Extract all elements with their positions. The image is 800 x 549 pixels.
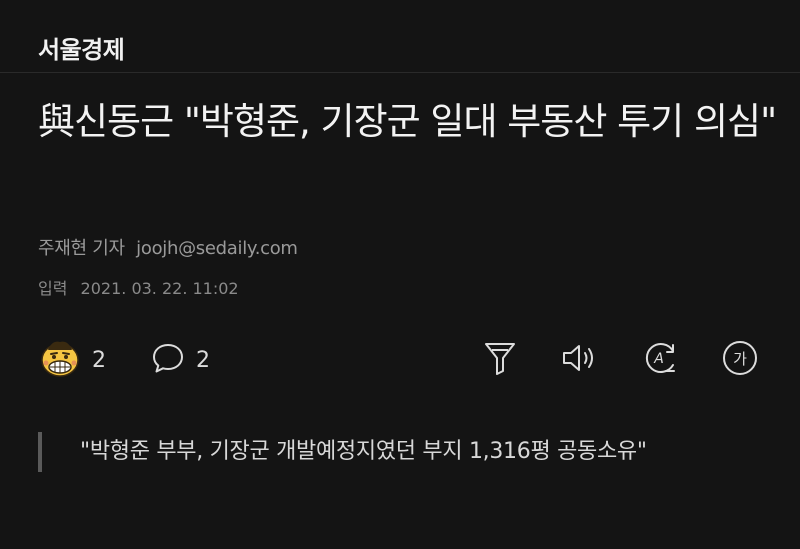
filter-icon: [483, 340, 517, 380]
listen-button[interactable]: [560, 340, 600, 380]
comment-count: 2: [196, 347, 210, 373]
speaker-icon: [560, 340, 600, 380]
date-value: 2021. 03. 22. 11:02: [80, 279, 239, 298]
dateline: 입력 2021. 03. 22. 11:02: [38, 275, 239, 299]
header-divider: [0, 72, 800, 73]
date-label: 입력: [38, 279, 68, 298]
reaction-count: 2: [92, 347, 106, 373]
font-size-label: 가: [733, 350, 747, 368]
font-size-button[interactable]: 가: [720, 340, 760, 380]
article-title: 與신동근 "박형준, 기장군 일대 부동산 투기 의심": [38, 100, 777, 143]
grinning-face-icon: [38, 336, 82, 384]
font-size-icon: 가: [720, 338, 760, 382]
article-actions: 2 2 A 가: [38, 336, 764, 384]
reaction-button[interactable]: 2: [38, 336, 106, 384]
press-name[interactable]: 서울경제: [38, 30, 125, 65]
article-subheading: "박형준 부부, 기장군 개발예정지였던 부지 1,316평 공동소유": [38, 432, 800, 472]
summary-button[interactable]: [480, 340, 520, 380]
reporter-name[interactable]: 주재현 기자: [38, 238, 125, 259]
byline: 주재현 기자 joojh@sedaily.com: [38, 234, 298, 260]
translate-letter: A: [653, 351, 664, 367]
translate-button[interactable]: A: [640, 340, 680, 380]
reporter-email[interactable]: joojh@sedaily.com: [136, 238, 298, 259]
translate-icon: A: [640, 338, 680, 382]
comment-bubble-icon: [150, 340, 186, 380]
comment-button[interactable]: 2: [150, 336, 210, 384]
